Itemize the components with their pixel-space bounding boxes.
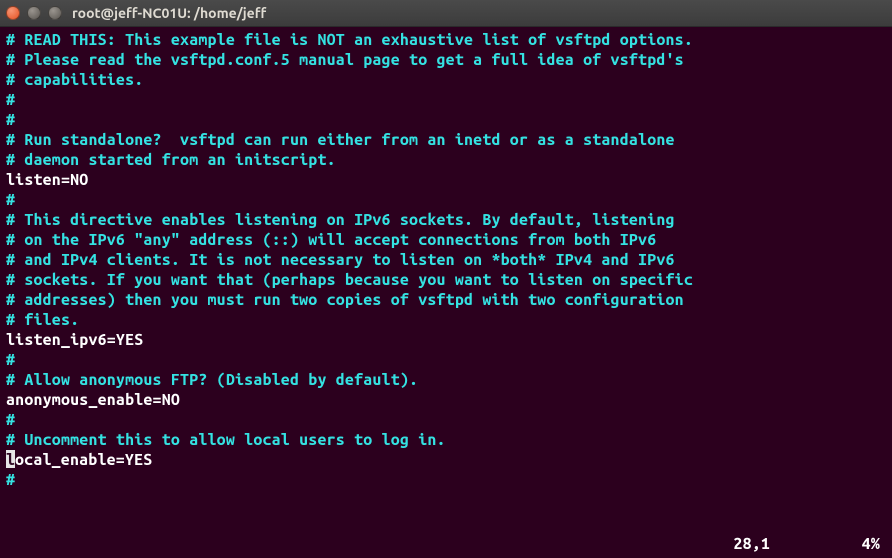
file-line: # on the IPv6 "any" address (::) will ac… [6, 230, 886, 250]
file-line: # [6, 350, 886, 370]
file-line: # Run standalone? vsftpd can run either … [6, 130, 886, 150]
file-line: # READ THIS: This example file is NOT an… [6, 30, 886, 50]
file-line: # Please read the vsftpd.conf.5 manual p… [6, 50, 886, 70]
file-line: listen=NO [6, 170, 886, 190]
file-line: # capabilities. [6, 70, 886, 90]
file-line: # sockets. If you want that (perhaps bec… [6, 270, 886, 290]
cursor-position: 28,1 [733, 535, 770, 553]
file-line: # addresses) then you must run two copie… [6, 290, 886, 310]
close-icon[interactable] [6, 6, 20, 20]
file-line: # Uncomment this to allow local users to… [6, 430, 886, 450]
window-controls [6, 6, 62, 20]
window-titlebar: root@jeff-NC01U: /home/jeff [0, 0, 892, 27]
file-line-rest: ocal_enable=YES [15, 451, 152, 469]
minimize-icon[interactable] [27, 6, 41, 20]
file-line: # Allow anonymous FTP? (Disabled by defa… [6, 370, 886, 390]
file-line: # and IPv4 clients. It is not necessary … [6, 250, 886, 270]
file-line: # daemon started from an initscript. [6, 150, 886, 170]
window-title: root@jeff-NC01U: /home/jeff [72, 5, 266, 21]
file-line: # [6, 470, 886, 490]
maximize-icon[interactable] [48, 6, 62, 20]
file-line-cursor: local_enable=YES [6, 450, 886, 470]
terminal-viewport[interactable]: # READ THIS: This example file is NOT an… [0, 27, 892, 558]
cursor-block-icon: l [6, 450, 15, 468]
vim-status-ruler: 28,1 4% [733, 534, 880, 554]
file-line: anonymous_enable=NO [6, 390, 886, 410]
file-line: # This directive enables listening on IP… [6, 210, 886, 230]
file-line: # [6, 90, 886, 110]
scroll-percent: 4% [862, 535, 880, 553]
file-line: # [6, 410, 886, 430]
file-line: listen_ipv6=YES [6, 330, 886, 350]
file-line: # files. [6, 310, 886, 330]
file-line: # [6, 190, 886, 210]
file-line: # [6, 110, 886, 130]
